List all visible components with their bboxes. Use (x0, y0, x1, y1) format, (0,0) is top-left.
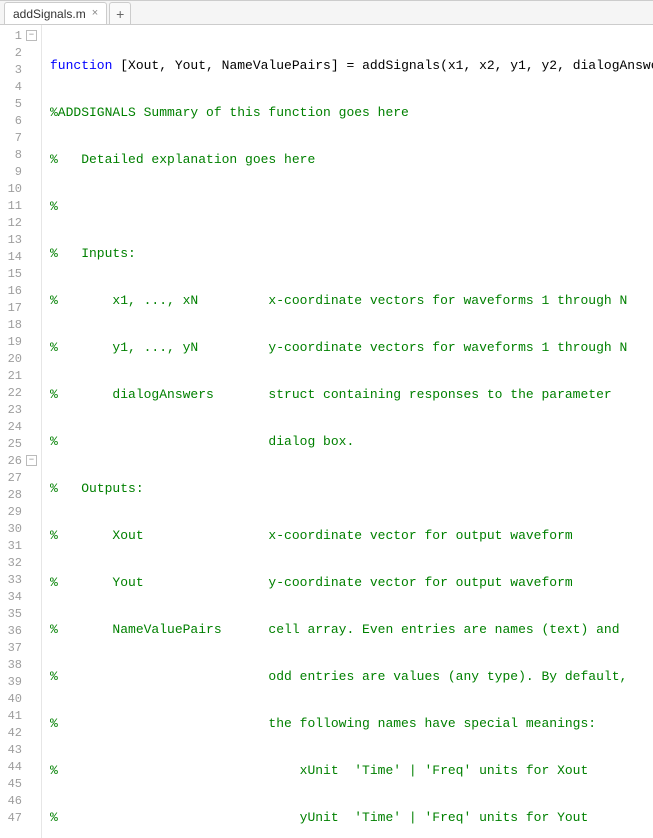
line-number: 47 (0, 809, 41, 826)
code-line: % Xout x-coordinate vector for output wa… (50, 527, 653, 544)
code-line: % the following names have special meani… (50, 715, 653, 732)
code-line: % Outputs: (50, 480, 653, 497)
code-line: % yUnit 'Time' | 'Freq' units for Yout (50, 809, 653, 826)
line-number: 15 (0, 265, 41, 282)
line-number: 26− (0, 452, 41, 469)
line-number: 22 (0, 384, 41, 401)
line-number: 23 (0, 401, 41, 418)
line-number: 37 (0, 639, 41, 656)
code-line: % (50, 198, 653, 215)
line-number: 46 (0, 792, 41, 809)
code-line: % dialogAnswers struct containing respon… (50, 386, 653, 403)
code-line: % xUnit 'Time' | 'Freq' units for Xout (50, 762, 653, 779)
line-number: 34 (0, 588, 41, 605)
line-number: 4 (0, 78, 41, 95)
line-number: 28 (0, 486, 41, 503)
line-number: 13 (0, 231, 41, 248)
line-number: 39 (0, 673, 41, 690)
line-number: 20 (0, 350, 41, 367)
code-line: % odd entries are values (any type). By … (50, 668, 653, 685)
line-number: 9 (0, 163, 41, 180)
line-number: 25 (0, 435, 41, 452)
line-number: 6 (0, 112, 41, 129)
line-number: 17 (0, 299, 41, 316)
line-number: 38 (0, 656, 41, 673)
line-number-gutter: 1−23456789101112131415161718192021222324… (0, 25, 42, 838)
line-number: 27 (0, 469, 41, 486)
line-number: 21 (0, 367, 41, 384)
line-number: 7 (0, 129, 41, 146)
code-area[interactable]: function [Xout, Yout, NameValuePairs] = … (42, 25, 653, 838)
code-line: % Yout y-coordinate vector for output wa… (50, 574, 653, 591)
file-tab[interactable]: addSignals.m × (4, 2, 107, 24)
line-number: 24 (0, 418, 41, 435)
line-number: 36 (0, 622, 41, 639)
line-number: 32 (0, 554, 41, 571)
code-line: % NameValuePairs cell array. Even entrie… (50, 621, 653, 638)
line-number: 31 (0, 537, 41, 554)
line-number: 40 (0, 690, 41, 707)
line-number: 44 (0, 758, 41, 775)
code-line: % dialog box. (50, 433, 653, 450)
tab-bar: addSignals.m × + (0, 1, 653, 25)
code-line: %ADDSIGNALS Summary of this function goe… (50, 104, 653, 121)
line-number: 12 (0, 214, 41, 231)
editor-area: 1−23456789101112131415161718192021222324… (0, 25, 653, 838)
line-number: 19 (0, 333, 41, 350)
code-line: function [Xout, Yout, NameValuePairs] = … (50, 57, 653, 74)
line-number: 2 (0, 44, 41, 61)
line-number: 11 (0, 197, 41, 214)
line-number: 5 (0, 95, 41, 112)
line-number: 42 (0, 724, 41, 741)
line-number: 16 (0, 282, 41, 299)
fold-icon[interactable]: − (26, 455, 37, 466)
line-number: 18 (0, 316, 41, 333)
line-number: 10 (0, 180, 41, 197)
code-line: % Inputs: (50, 245, 653, 262)
plus-icon: + (116, 6, 124, 22)
line-number: 14 (0, 248, 41, 265)
code-line: % y1, ..., yN y-coordinate vectors for w… (50, 339, 653, 356)
code-line: % x1, ..., xN x-coordinate vectors for w… (50, 292, 653, 309)
code-line: % Detailed explanation goes here (50, 151, 653, 168)
tab-filename: addSignals.m (13, 7, 86, 21)
line-number: 35 (0, 605, 41, 622)
line-number: 29 (0, 503, 41, 520)
line-number: 3 (0, 61, 41, 78)
line-number: 33 (0, 571, 41, 588)
add-tab-button[interactable]: + (109, 2, 131, 24)
line-number: 41 (0, 707, 41, 724)
fold-icon[interactable]: − (26, 30, 37, 41)
line-number: 43 (0, 741, 41, 758)
line-number: 45 (0, 775, 41, 792)
line-number: 30 (0, 520, 41, 537)
line-number: 8 (0, 146, 41, 163)
close-icon[interactable]: × (92, 8, 98, 19)
line-number: 1− (0, 27, 41, 44)
